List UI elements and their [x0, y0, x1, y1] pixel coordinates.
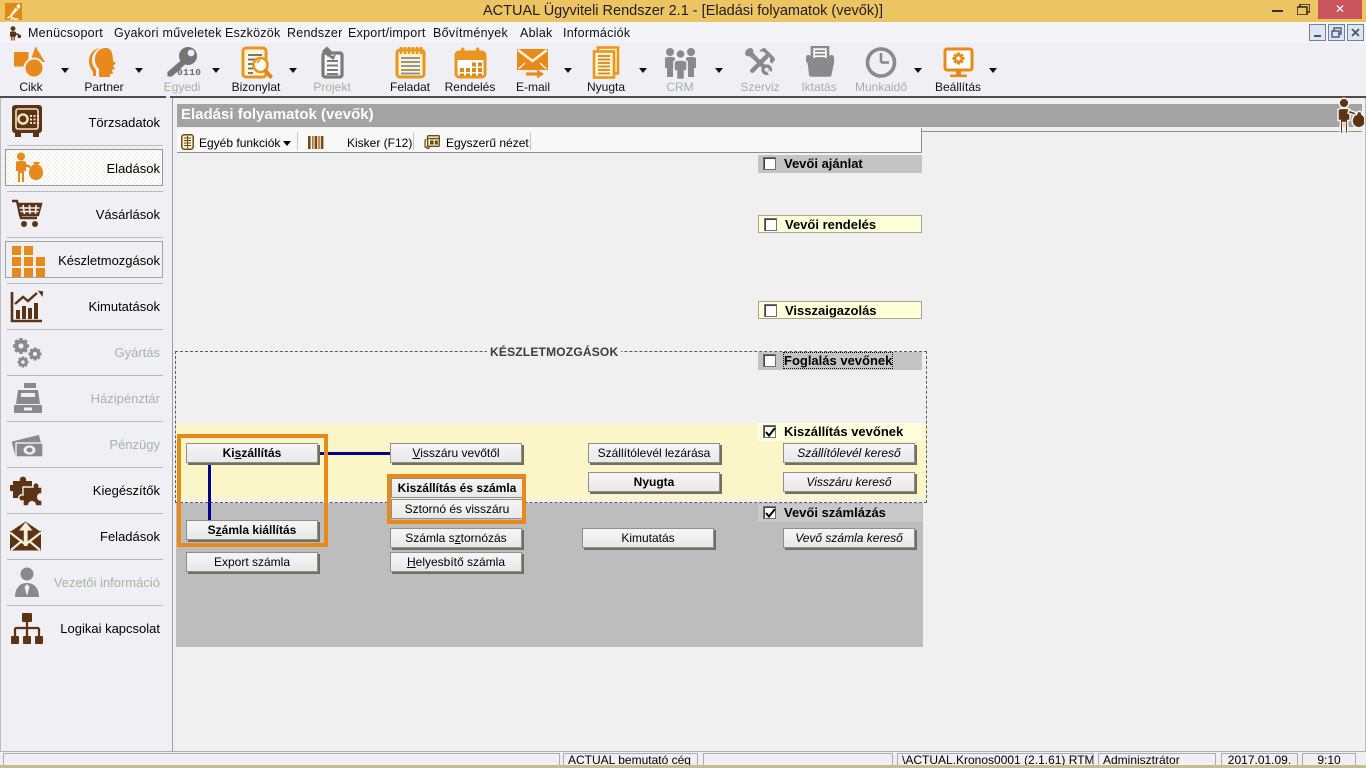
svg-text:0110: 0110: [177, 67, 201, 78]
